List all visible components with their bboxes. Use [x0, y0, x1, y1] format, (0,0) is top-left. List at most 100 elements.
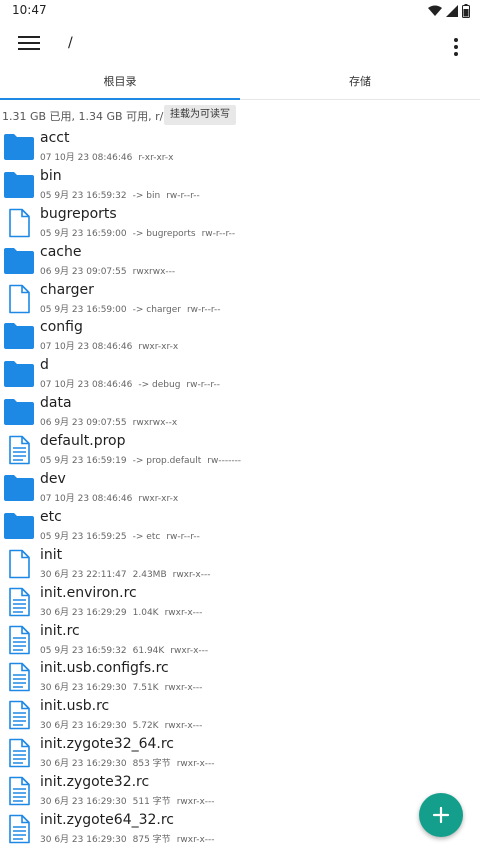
- file-perm: rw-r--r--: [166, 190, 200, 201]
- file-meta: 30 6月 23 16:29:30 7.51K rwxr-x---: [40, 680, 208, 693]
- battery-icon: [462, 4, 470, 18]
- file-name: data: [40, 395, 72, 412]
- file-list: acct 07 10月 23 08:46:46 r-xr-xr-x bin 05 9月 …: [0, 129, 480, 849]
- menu-icon-line: [18, 48, 40, 50]
- file-list-item[interactable]: init 30 6月 23 22:11:47 2.43MB rwxr-x---: [0, 546, 480, 584]
- more-options-button[interactable]: [448, 36, 464, 56]
- file-meta: 07 10月 23 08:46:46 r-xr-xr-x: [40, 150, 179, 163]
- current-path: /: [68, 35, 73, 51]
- file-meta: 30 6月 23 16:29:29 1.04K rwxr-x---: [40, 605, 208, 618]
- file-list-item[interactable]: d 07 10月 23 08:46:46 -> debug rw-r--r--: [0, 356, 480, 394]
- file-perm: rwxr-xr-x: [138, 494, 179, 505]
- text-file-icon: [3, 662, 35, 692]
- file-list-item[interactable]: init.rc 05 9月 23 16:59:32 61.94K rwxr-x---: [0, 622, 480, 660]
- file-name: init.zygote32_64.rc: [40, 736, 175, 753]
- file-date: 30 6月 23 16:29:30: [40, 835, 127, 846]
- file-date: 06 9月 23 09:07:55: [40, 266, 127, 277]
- storage-bar: 1.31 GB 已用, 1.34 GB 可用, r/o 挂载为可读写: [0, 105, 480, 125]
- file-detail: -> prop.default: [132, 456, 202, 467]
- file-date: 05 9月 23 16:59:25: [40, 531, 127, 542]
- file-name: init.usb.rc: [40, 698, 110, 715]
- file-detail: -> debug: [138, 380, 181, 391]
- file-date: 30 6月 23 16:29:30: [40, 759, 127, 770]
- file-detail: 875 字节: [132, 835, 171, 846]
- file-list-item[interactable]: config 07 10月 23 08:46:46 rwxr-xr-x: [0, 318, 480, 356]
- file-perm: rwxr-x---: [176, 797, 215, 808]
- file-list-item[interactable]: bugreports 05 9月 23 16:59:00 -> bugreports…: [0, 205, 480, 243]
- menu-button[interactable]: [18, 36, 40, 54]
- file-date: 30 6月 23 22:11:47: [40, 569, 127, 580]
- file-perm: rwxr-x---: [170, 645, 209, 656]
- file-name: init.environ.rc: [40, 584, 137, 601]
- text-file-icon: [3, 587, 35, 617]
- file-date: 07 10月 23 08:46:46: [40, 342, 133, 353]
- folder-icon: [3, 246, 35, 276]
- file-meta: 05 9月 23 16:59:25 -> etc rw-r--r--: [40, 529, 206, 542]
- file-date: 30 6月 23 16:29:29: [40, 607, 127, 618]
- remount-rw-button[interactable]: 挂载为可读写: [164, 105, 236, 125]
- file-name: bin: [40, 167, 62, 184]
- file-list-item[interactable]: init.zygote64_32.rc 30 6月 23 16:29:30 875 …: [0, 811, 480, 849]
- folder-icon: [3, 132, 35, 162]
- menu-icon-line: [18, 42, 40, 44]
- file-detail: -> bugreports: [132, 228, 196, 239]
- file-detail: 853 字节: [132, 759, 171, 770]
- tab-storage[interactable]: 存储: [240, 68, 480, 99]
- file-meta: 06 9月 23 09:07:55 rwxrwx--x: [40, 415, 183, 428]
- file-list-item[interactable]: init.zygote32.rc 30 6月 23 16:29:30 511 字节 r…: [0, 773, 480, 811]
- file-name: init.rc: [40, 622, 80, 639]
- app-bar: /: [0, 22, 480, 68]
- file-list-item[interactable]: cache 06 9月 23 09:07:55 rwxrwx---: [0, 243, 480, 281]
- file-meta: 05 9月 23 16:59:19 -> prop.default rw------…: [40, 453, 247, 466]
- file-perm: rw-r--r--: [186, 380, 220, 391]
- file-date: 07 10月 23 08:46:46: [40, 494, 133, 505]
- text-file-icon: [3, 435, 35, 465]
- file-list-item[interactable]: init.zygote32_64.rc 30 6月 23 16:29:30 853 …: [0, 735, 480, 773]
- file-meta: 06 9月 23 09:07:55 rwxrwx---: [40, 264, 181, 277]
- folder-icon: [3, 170, 35, 200]
- file-date: 30 6月 23 16:29:30: [40, 683, 127, 694]
- add-fab-button[interactable]: [419, 793, 463, 837]
- file-list-item[interactable]: default.prop 05 9月 23 16:59:19 -> prop.def…: [0, 432, 480, 470]
- file-date: 07 10月 23 08:46:46: [40, 380, 133, 391]
- file-perm: rwxr-x---: [164, 607, 203, 618]
- file-list-item[interactable]: acct 07 10月 23 08:46:46 r-xr-xr-x: [0, 129, 480, 167]
- file-name: charger: [40, 281, 94, 298]
- folder-icon: [3, 473, 35, 503]
- tab-bar: 根目录 存储: [0, 68, 480, 100]
- file-perm: rw-r--r--: [186, 304, 221, 315]
- tab-root[interactable]: 根目录: [0, 68, 240, 100]
- file-name: d: [40, 357, 49, 374]
- file-date: 05 9月 23 16:59:32: [40, 645, 127, 656]
- file-name: init.zygote64_32.rc: [40, 812, 175, 829]
- file-date: 05 9月 23 16:59:00: [40, 228, 127, 239]
- file-detail: 5.72K: [132, 721, 159, 732]
- file-list-item[interactable]: init.environ.rc 30 6月 23 16:29:29 1.04K rwx…: [0, 584, 480, 622]
- folder-icon: [3, 511, 35, 541]
- text-file-icon: [3, 738, 35, 768]
- file-list-item[interactable]: charger 05 9月 23 16:59:00 -> charger rw-r--…: [0, 281, 480, 319]
- file-perm: rwxr-x---: [176, 835, 215, 846]
- file-perm: rwxr-x---: [176, 759, 215, 770]
- file-detail: -> charger: [132, 304, 181, 315]
- file-name: dev: [40, 471, 66, 488]
- file-meta: 05 9月 23 16:59:32 -> bin rw-r--r--: [40, 188, 206, 201]
- file-list-item[interactable]: dev 07 10月 23 08:46:46 rwxr-xr-x: [0, 470, 480, 508]
- file-list-item[interactable]: init.usb.rc 30 6月 23 16:29:30 5.72K rwxr-x-…: [0, 697, 480, 735]
- file-meta: 07 10月 23 08:46:46 -> debug rw-r--r--: [40, 377, 226, 390]
- text-file-icon: [3, 814, 35, 844]
- file-list-item[interactable]: init.usb.configfs.rc 30 6月 23 16:29:30 7.5…: [0, 659, 480, 697]
- file-list-item[interactable]: bin 05 9月 23 16:59:32 -> bin rw-r--r--: [0, 167, 480, 205]
- file-list-item[interactable]: etc 05 9月 23 16:59:25 -> etc rw-r--r--: [0, 508, 480, 546]
- file-meta: 05 9月 23 16:59:00 -> bugreports rw-r--r--: [40, 226, 241, 239]
- text-file-icon: [3, 776, 35, 806]
- file-meta: 30 6月 23 16:29:30 875 字节 rwxr-x---: [40, 832, 221, 845]
- signal-icon: [446, 5, 458, 17]
- file-icon: [3, 284, 35, 314]
- file-list-item[interactable]: data 06 9月 23 09:07:55 rwxrwx--x: [0, 394, 480, 432]
- wifi-icon: [428, 5, 442, 16]
- file-name: init.usb.configfs.rc: [40, 660, 169, 677]
- plus-icon: [432, 806, 450, 824]
- file-name: init.zygote32.rc: [40, 774, 150, 791]
- file-meta: 05 9月 23 16:59:32 61.94K rwxr-x---: [40, 643, 214, 656]
